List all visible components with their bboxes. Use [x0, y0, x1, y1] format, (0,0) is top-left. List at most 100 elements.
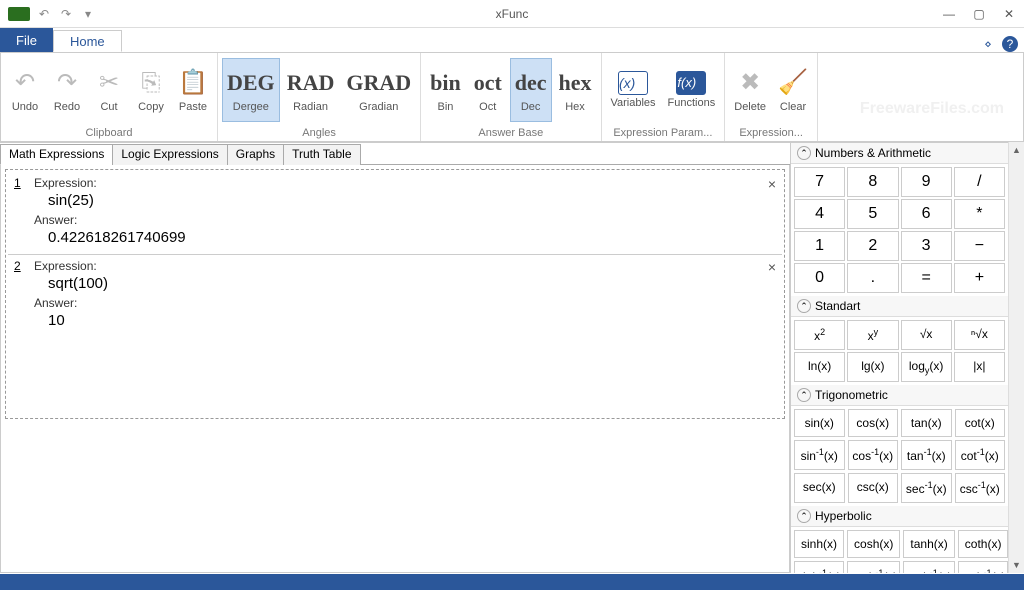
answer-label: Answer:	[34, 213, 776, 227]
num-5-button[interactable]: 5	[847, 199, 898, 229]
acosh-button[interactable]: cosh-1(x)	[847, 561, 900, 573]
nth-root-button[interactable]: ⁿ√x	[954, 320, 1005, 350]
quick-access-toolbar: ↶ ↷ ▾	[34, 4, 98, 24]
minimize-button[interactable]: —	[934, 1, 964, 27]
expression-item[interactable]: 2 × Expression: sqrt(100) Answer: 10	[8, 255, 782, 337]
undo-button[interactable]: ↶Undo	[5, 58, 45, 122]
atanh-button[interactable]: tanh-1(x)	[903, 561, 954, 573]
dec-button[interactable]: decDec	[510, 58, 552, 122]
num-9-button[interactable]: 9	[901, 167, 952, 197]
ln-button[interactable]: ln(x)	[794, 352, 845, 382]
hex-button[interactable]: hexHex	[554, 58, 597, 122]
chevron-up-icon: ⌃	[797, 509, 811, 523]
sinh-button[interactable]: sinh(x)	[794, 530, 844, 558]
tab-math-expressions[interactable]: Math Expressions	[0, 144, 113, 165]
radian-button[interactable]: RADRadian	[282, 58, 340, 122]
maximize-button[interactable]: ▢	[964, 1, 994, 27]
lg-button[interactable]: lg(x)	[847, 352, 898, 382]
qat-undo-icon[interactable]: ↶	[34, 4, 54, 24]
asinh-button[interactable]: sinh-1(x)	[794, 561, 844, 573]
tan-button[interactable]: tan(x)	[901, 409, 952, 437]
num-4-button[interactable]: 4	[794, 199, 845, 229]
sin-button[interactable]: sin(x)	[794, 409, 845, 437]
x-squared-button[interactable]: x2	[794, 320, 845, 350]
num-3-button[interactable]: 3	[901, 231, 952, 261]
expression-number: 2	[14, 259, 21, 273]
tab-truth-table[interactable]: Truth Table	[283, 144, 360, 165]
tanh-button[interactable]: tanh(x)	[903, 530, 954, 558]
sidebar-scrollbar[interactable]: ▲ ▼	[1008, 142, 1024, 573]
ribbon-tabs: File Home ⋄ ?	[0, 28, 1024, 52]
bin-button[interactable]: binBin	[425, 58, 466, 122]
accordion-trigonometric[interactable]: ⌃Trigonometric	[791, 385, 1008, 406]
coth-button[interactable]: coth(x)	[958, 530, 1008, 558]
num-0-button[interactable]: 0	[794, 263, 845, 293]
equals-button[interactable]: =	[901, 263, 952, 293]
scroll-up-icon[interactable]: ▲	[1009, 142, 1024, 158]
x-pow-y-button[interactable]: xy	[847, 320, 898, 350]
degree-button[interactable]: DEGDergee	[222, 58, 280, 122]
num-1-button[interactable]: 1	[794, 231, 845, 261]
delete-icon: ✖	[740, 67, 760, 99]
acsc-button[interactable]: csc-1(x)	[955, 473, 1006, 503]
accordion-numbers[interactable]: ⌃Numbers & Arithmetic	[791, 143, 1008, 164]
num-2-button[interactable]: 2	[847, 231, 898, 261]
accordion-standart[interactable]: ⌃Standart	[791, 296, 1008, 317]
gradian-button[interactable]: GRADGradian	[341, 58, 416, 122]
delete-button[interactable]: ✖Delete	[729, 58, 771, 122]
cos-button[interactable]: cos(x)	[848, 409, 899, 437]
expression-value: sqrt(100)	[34, 273, 776, 296]
oct-button[interactable]: octOct	[468, 58, 508, 122]
cot-button[interactable]: cot(x)	[955, 409, 1006, 437]
scroll-down-icon[interactable]: ▼	[1009, 557, 1024, 573]
cosh-button[interactable]: cosh(x)	[847, 530, 900, 558]
expression-item[interactable]: 1 × Expression: sin(25) Answer: 0.422618…	[8, 172, 782, 255]
minus-button[interactable]: −	[954, 231, 1005, 261]
divide-button[interactable]: /	[954, 167, 1005, 197]
scroll-track[interactable]	[1009, 158, 1024, 557]
acot-button[interactable]: cot-1(x)	[955, 440, 1006, 470]
variables-button[interactable]: (x)Variables	[606, 58, 661, 122]
sec-button[interactable]: sec(x)	[794, 473, 845, 503]
sqrt-button[interactable]: √x	[901, 320, 952, 350]
logy-button[interactable]: logy(x)	[901, 352, 952, 382]
functions-icon: f(x)	[676, 71, 706, 95]
redo-button[interactable]: ↷Redo	[47, 58, 87, 122]
accordion-hyperbolic[interactable]: ⌃Hyperbolic	[791, 506, 1008, 527]
plus-button[interactable]: +	[954, 263, 1005, 293]
tab-home[interactable]: Home	[53, 30, 122, 52]
numbers-grid: 7 8 9 / 4 5 6 * 1 2 3 − 0 . = +	[791, 164, 1008, 296]
functions-button[interactable]: f(x)Functions	[663, 58, 721, 122]
help-icon[interactable]: ?	[1002, 36, 1018, 52]
group-label-expression: Expression...	[725, 126, 817, 141]
abs-button[interactable]: |x|	[954, 352, 1005, 382]
dot-button[interactable]: .	[847, 263, 898, 293]
tab-logic-expressions[interactable]: Logic Expressions	[112, 144, 227, 165]
file-menu[interactable]: File	[0, 28, 53, 52]
chevron-up-icon: ⌃	[797, 388, 811, 402]
asin-button[interactable]: sin-1(x)	[794, 440, 845, 470]
csc-button[interactable]: csc(x)	[848, 473, 899, 503]
close-icon[interactable]: ×	[768, 259, 776, 275]
tab-graphs[interactable]: Graphs	[227, 144, 284, 165]
num-8-button[interactable]: 8	[847, 167, 898, 197]
ribbon-collapse-icon[interactable]: ⋄	[980, 36, 996, 52]
multiply-button[interactable]: *	[954, 199, 1005, 229]
close-icon[interactable]: ×	[768, 176, 776, 192]
acos-button[interactable]: cos-1(x)	[848, 440, 899, 470]
copy-button[interactable]: ⎘Copy	[131, 58, 171, 122]
asec-button[interactable]: sec-1(x)	[901, 473, 952, 503]
broom-icon: 🧹	[778, 67, 808, 99]
num-6-button[interactable]: 6	[901, 199, 952, 229]
clear-button[interactable]: 🧹Clear	[773, 58, 813, 122]
cut-button[interactable]: ✂Cut	[89, 58, 129, 122]
close-button[interactable]: ✕	[994, 1, 1024, 27]
paste-button[interactable]: 📋Paste	[173, 58, 213, 122]
atan-button[interactable]: tan-1(x)	[901, 440, 952, 470]
title-bar: ↶ ↷ ▾ xFunc — ▢ ✕	[0, 0, 1024, 28]
qat-dropdown-icon[interactable]: ▾	[78, 4, 98, 24]
num-7-button[interactable]: 7	[794, 167, 845, 197]
qat-redo-icon[interactable]: ↷	[56, 4, 76, 24]
content-tabs: Math Expressions Logic Expressions Graph…	[0, 143, 790, 165]
acoth-button[interactable]: coth-1(x)	[958, 561, 1008, 573]
